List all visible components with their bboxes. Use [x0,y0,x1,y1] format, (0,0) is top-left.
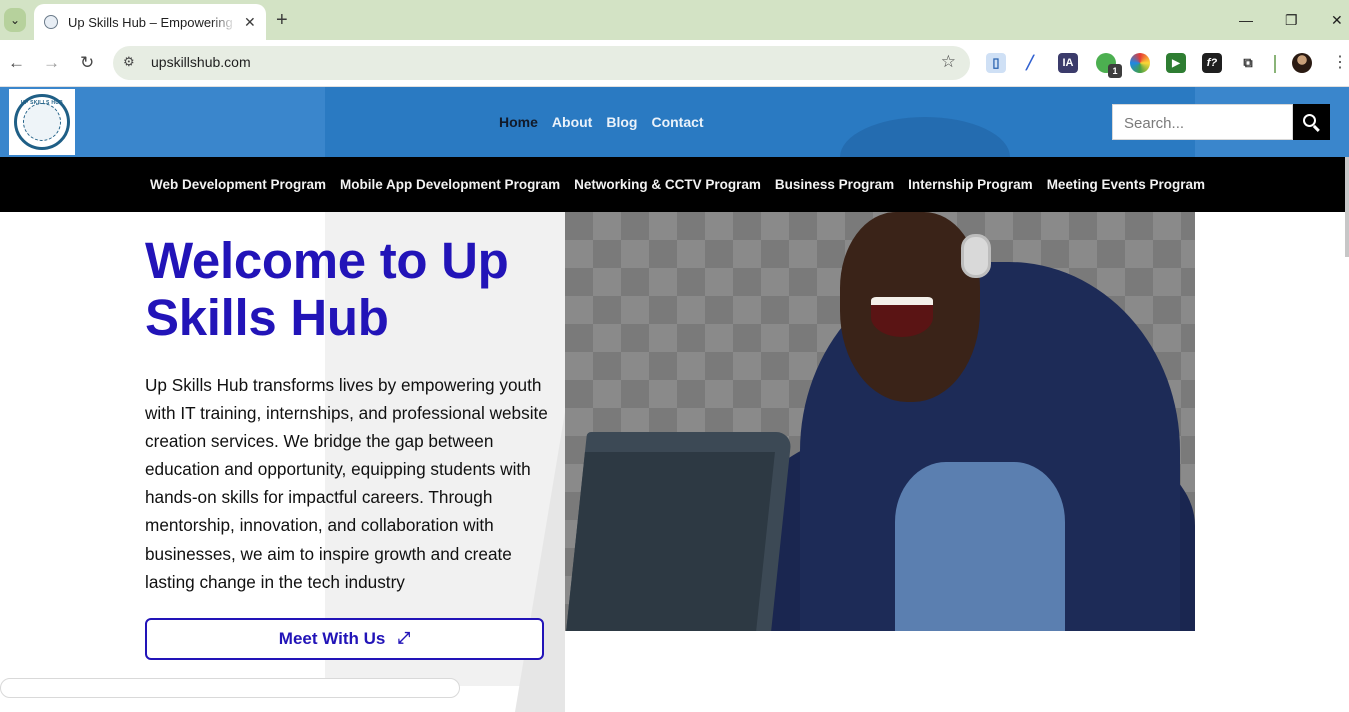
program-mobile-app[interactable]: Mobile App Development Program [340,177,560,192]
program-meeting-events[interactable]: Meeting Events Program [1047,177,1205,192]
program-internship[interactable]: Internship Program [908,177,1033,192]
nav-contact[interactable]: Contact [651,114,703,130]
tab-close-icon[interactable]: ✕ [244,14,256,31]
program-business[interactable]: Business Program [775,177,894,192]
image-laptop-screen [565,452,775,631]
main-nav: Home About Blog Contact [499,114,704,130]
new-tab-button[interactable]: + [276,8,288,32]
extension-fx-icon[interactable]: f? [1202,53,1222,73]
image-shirt [895,462,1065,631]
forward-arrow-icon[interactable]: → [43,52,60,74]
logo-figure [23,103,61,141]
profile-avatar[interactable] [1292,53,1312,73]
address-url[interactable]: upskillshub.com [151,54,251,70]
browser-menu-icon[interactable]: ⋮ [1332,52,1348,72]
site-favicon-icon [44,15,58,29]
expand-arrows-icon: ⤢ [397,630,411,647]
extension-shield-icon[interactable]: 1 [1096,53,1122,78]
extension-pen-icon[interactable]: ╱ [1020,53,1040,73]
search-placeholder: Search... [1124,115,1185,132]
header-decoration [840,117,1010,157]
extension-screen-icon[interactable]: ▶ [1166,53,1186,73]
logo-text: UP SKILLS HUB [20,100,64,106]
tab-search-button[interactable]: ⌄ [4,8,26,32]
programs-nav: Web Development Program Mobile App Devel… [0,157,1345,212]
site-header: UP SKILLS HUB Home About Blog Contact Se… [0,87,1349,157]
extension-ia-icon[interactable]: IA [1058,53,1078,73]
meet-with-us-button[interactable]: Meet With Us ⤢ [145,618,544,660]
hero-image-student-laughing [565,212,1195,631]
program-networking-cctv[interactable]: Networking & CCTV Program [574,177,761,192]
nav-home[interactable]: Home [499,114,538,130]
extension-badge: 1 [1108,64,1122,78]
image-smile [871,297,933,337]
program-web-development[interactable]: Web Development Program [150,177,326,192]
bookmark-star-icon[interactable]: ☆ [941,52,956,72]
site-logo[interactable]: UP SKILLS HUB [9,89,75,155]
extension-clipboard-icon[interactable]: ▯ [986,53,1006,73]
page-scrollbar[interactable] [1345,157,1349,257]
cookie-panel-edge [0,678,460,698]
image-headphones [961,234,991,278]
site-info-icon[interactable]: ⚙ [123,54,135,70]
browser-toolbar: ← → ↻ ⚙ upskillshub.com ☆ ▯ ╱ IA 1 ▶ f? … [0,40,1349,87]
hero-title: Welcome to Up Skills Hub [145,232,509,346]
browser-tab-active[interactable]: Up Skills Hub – Empowering yo ✕ [34,4,266,40]
extension-color-icon[interactable] [1130,53,1150,73]
nav-about[interactable]: About [552,114,592,130]
minimize-icon[interactable]: — [1239,8,1253,32]
logo-emblem: UP SKILLS HUB [14,94,70,150]
reload-icon[interactable]: ↻ [80,52,94,74]
nav-blog[interactable]: Blog [606,114,637,130]
close-window-icon[interactable]: ✕ [1331,8,1343,32]
address-bar[interactable]: ⚙ upskillshub.com ☆ [113,46,970,80]
hero-description: Up Skills Hub transforms lives by empowe… [145,375,548,592]
tab-title: Up Skills Hub – Empowering yo [68,14,236,30]
site-search-input[interactable]: Search... [1112,104,1293,140]
back-arrow-icon[interactable]: ← [8,52,25,74]
restore-icon[interactable]: ❐ [1285,8,1298,32]
cta-label: Meet With Us [278,629,386,648]
search-button[interactable] [1293,104,1330,140]
search-icon [1303,113,1316,127]
toolbar-divider [1274,55,1276,73]
extensions-puzzle-icon[interactable]: ⧉ [1238,53,1258,73]
browser-tabstrip: ⌄ Up Skills Hub – Empowering yo ✕ + — ❐ … [0,0,1349,40]
